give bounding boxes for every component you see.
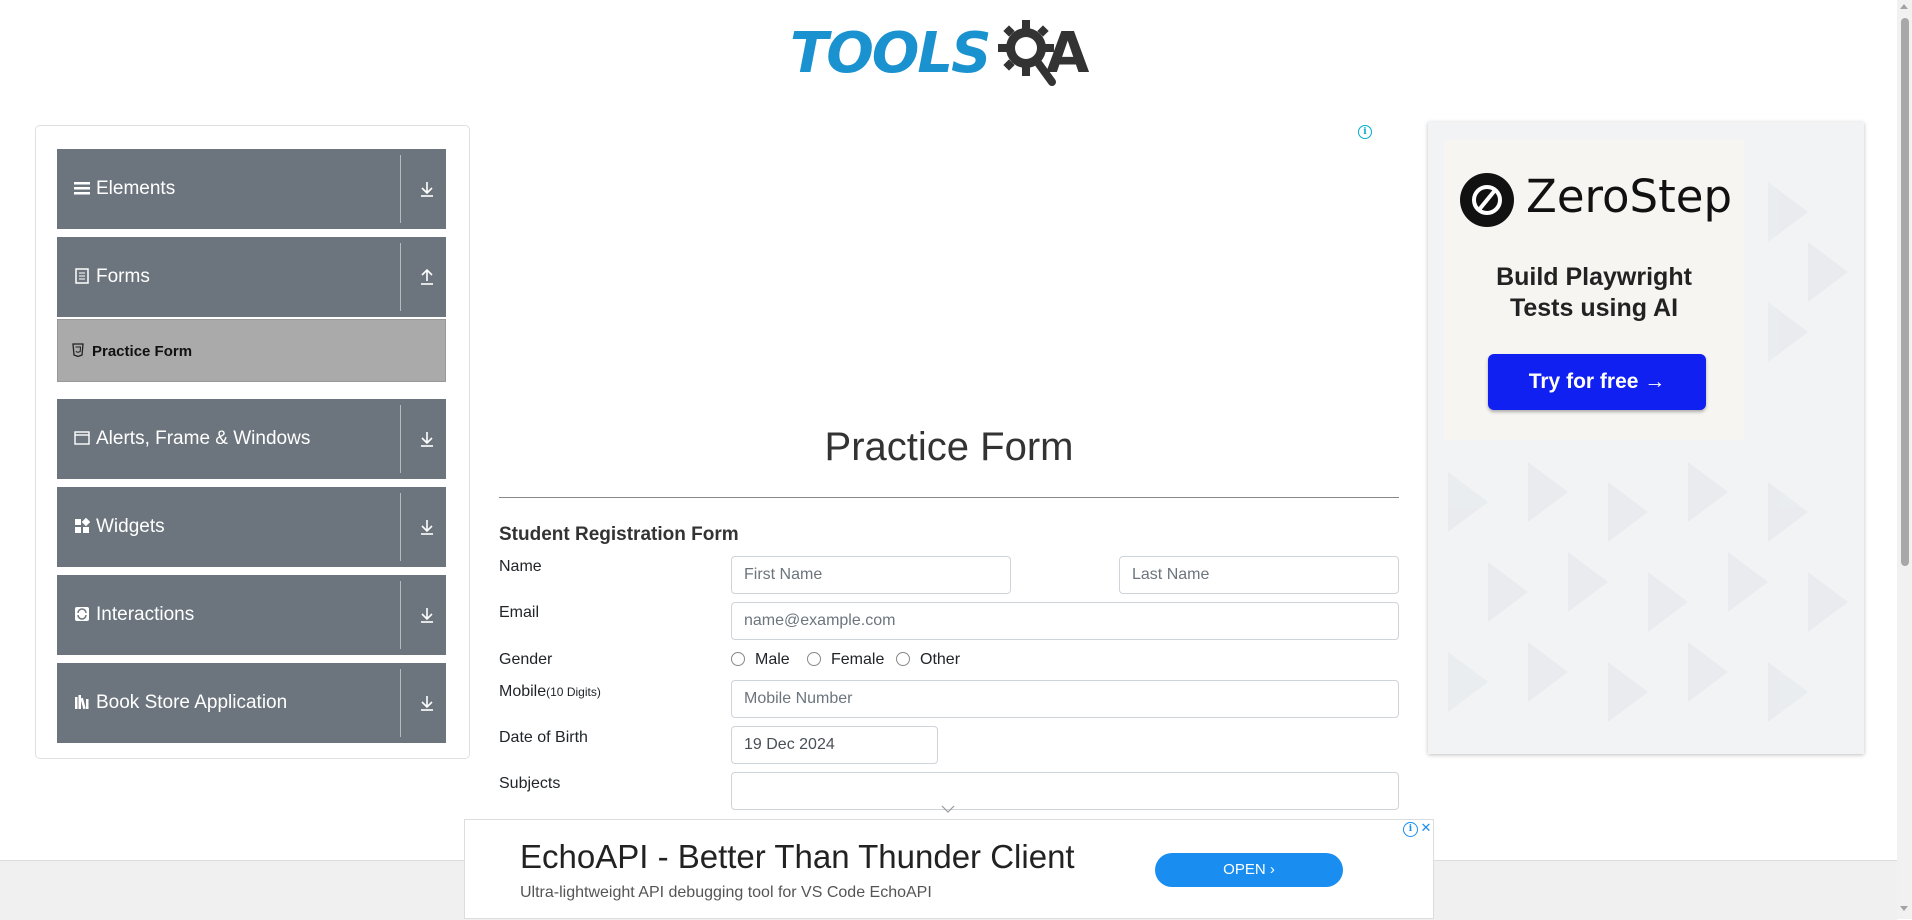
sidebar-group-book-store[interactable]: Book Store Application bbox=[57, 663, 446, 743]
ad-tagline-line2: Tests using AI bbox=[1509, 294, 1679, 322]
ad-tagline-line1: Build Playwright bbox=[1496, 263, 1692, 291]
sidebar-item-practice-form[interactable]: Practice Form bbox=[57, 319, 446, 382]
ad-brand-name: ZeroStep bbox=[1526, 170, 1733, 223]
sidebar-group-elements[interactable]: Elements bbox=[57, 149, 446, 229]
sidebar-group-alerts[interactable]: Alerts, Frame & Windows bbox=[57, 399, 446, 479]
sidebar-group-widgets[interactable]: Widgets bbox=[57, 487, 446, 567]
open-button-label: OPEN bbox=[1223, 861, 1266, 878]
divider bbox=[400, 405, 401, 473]
window-icon bbox=[74, 431, 90, 445]
divider bbox=[499, 497, 1399, 498]
page-title: Practice Form bbox=[824, 425, 1074, 469]
email-input[interactable] bbox=[731, 602, 1399, 640]
download-arrow-icon[interactable] bbox=[418, 179, 436, 199]
try-for-free-button[interactable]: Try for free → bbox=[1488, 354, 1706, 410]
radio-label[interactable]: Male bbox=[755, 650, 790, 670]
sidebar-group-interactions[interactable]: Interactions bbox=[57, 575, 446, 655]
ad-info-icon[interactable]: i bbox=[1358, 125, 1372, 139]
radio-label[interactable]: Other bbox=[920, 650, 960, 670]
scroll-down-arrow-icon[interactable] bbox=[1900, 906, 1908, 911]
chevron-right-icon: › bbox=[1269, 861, 1275, 878]
sidebar-item-label: Practice Form bbox=[92, 343, 193, 360]
divider bbox=[400, 155, 401, 223]
sidebar: Elements Forms Practice Form Alerts, Fra… bbox=[35, 125, 470, 759]
chevron-down-icon bbox=[941, 805, 955, 813]
ad-subtitle[interactable]: Ultra-lightweight API debugging tool for… bbox=[520, 884, 932, 902]
divider bbox=[400, 493, 401, 561]
form-title: Student Registration Form bbox=[499, 524, 739, 545]
scrollbar-thumb[interactable] bbox=[1901, 18, 1909, 566]
toolsqa-logo[interactable]: TOOLS A bbox=[790, 16, 1112, 92]
subjects-input[interactable] bbox=[731, 772, 1399, 810]
radio-circle[interactable] bbox=[896, 652, 910, 666]
mobile-hint: (10 Digits) bbox=[546, 685, 601, 699]
mobile-label-text: Mobile bbox=[499, 683, 547, 700]
first-name-input[interactable] bbox=[731, 556, 1011, 594]
zerostep-ad[interactable]: ZeroStep Build Playwright Tests using AI… bbox=[1428, 122, 1864, 754]
mobile-label: Mobile(10 Digits) bbox=[499, 683, 601, 701]
open-button[interactable]: OPEN › bbox=[1155, 853, 1343, 887]
divider bbox=[400, 669, 401, 737]
download-arrow-icon[interactable] bbox=[418, 605, 436, 625]
ad-info-icon[interactable]: i bbox=[1403, 822, 1418, 837]
interaction-icon bbox=[75, 607, 89, 621]
download-arrow-icon[interactable] bbox=[418, 429, 436, 449]
ad-title[interactable]: EchoAPI - Better Than Thunder Client bbox=[520, 838, 1075, 876]
sidebar-group-label: Elements bbox=[96, 178, 176, 199]
html5-icon bbox=[72, 343, 84, 357]
radio-circle[interactable] bbox=[731, 652, 745, 666]
divider bbox=[400, 581, 401, 649]
ad-tagline: Build Playwright Tests using AI bbox=[1444, 262, 1744, 324]
last-name-input[interactable] bbox=[1119, 556, 1399, 594]
dob-label: Date of Birth bbox=[499, 729, 588, 746]
email-label: Email bbox=[499, 604, 540, 621]
scrollbar[interactable] bbox=[1897, 0, 1912, 919]
sidebar-group-label: Forms bbox=[96, 266, 150, 287]
sidebar-group-label: Interactions bbox=[96, 604, 195, 625]
sidebar-group-forms[interactable]: Forms bbox=[57, 237, 446, 317]
zerostep-logo-icon bbox=[1460, 173, 1514, 227]
menu-lines-icon bbox=[74, 182, 90, 195]
books-icon bbox=[75, 695, 89, 710]
grid-widgets-icon bbox=[75, 518, 90, 533]
mobile-input[interactable] bbox=[731, 680, 1399, 718]
logo-text-tools: TOOLS bbox=[790, 21, 991, 86]
upload-arrow-icon[interactable] bbox=[418, 267, 436, 287]
download-arrow-icon[interactable] bbox=[418, 517, 436, 537]
scroll-up-arrow-icon[interactable] bbox=[1900, 4, 1908, 9]
sidebar-group-label: Widgets bbox=[96, 516, 165, 537]
ad-card[interactable]: ZeroStep Build Playwright Tests using AI… bbox=[1444, 140, 1744, 440]
close-icon[interactable]: ✕ bbox=[1419, 821, 1433, 835]
logo-text-a: A bbox=[1046, 21, 1090, 86]
divider bbox=[400, 243, 401, 311]
radio-label[interactable]: Female bbox=[831, 650, 884, 670]
date-of-birth-input[interactable] bbox=[731, 726, 938, 764]
radio-circle[interactable] bbox=[807, 652, 821, 666]
document-icon bbox=[75, 268, 89, 284]
sidebar-group-label: Alerts, Frame & Windows bbox=[96, 428, 311, 449]
name-label: Name bbox=[499, 558, 542, 575]
echoapi-ad[interactable]: EchoAPI - Better Than Thunder Client Ult… bbox=[464, 819, 1434, 919]
gender-label: Gender bbox=[499, 651, 553, 668]
subjects-label: Subjects bbox=[499, 775, 561, 792]
download-arrow-icon[interactable] bbox=[418, 693, 436, 713]
sidebar-group-label: Book Store Application bbox=[96, 692, 288, 713]
